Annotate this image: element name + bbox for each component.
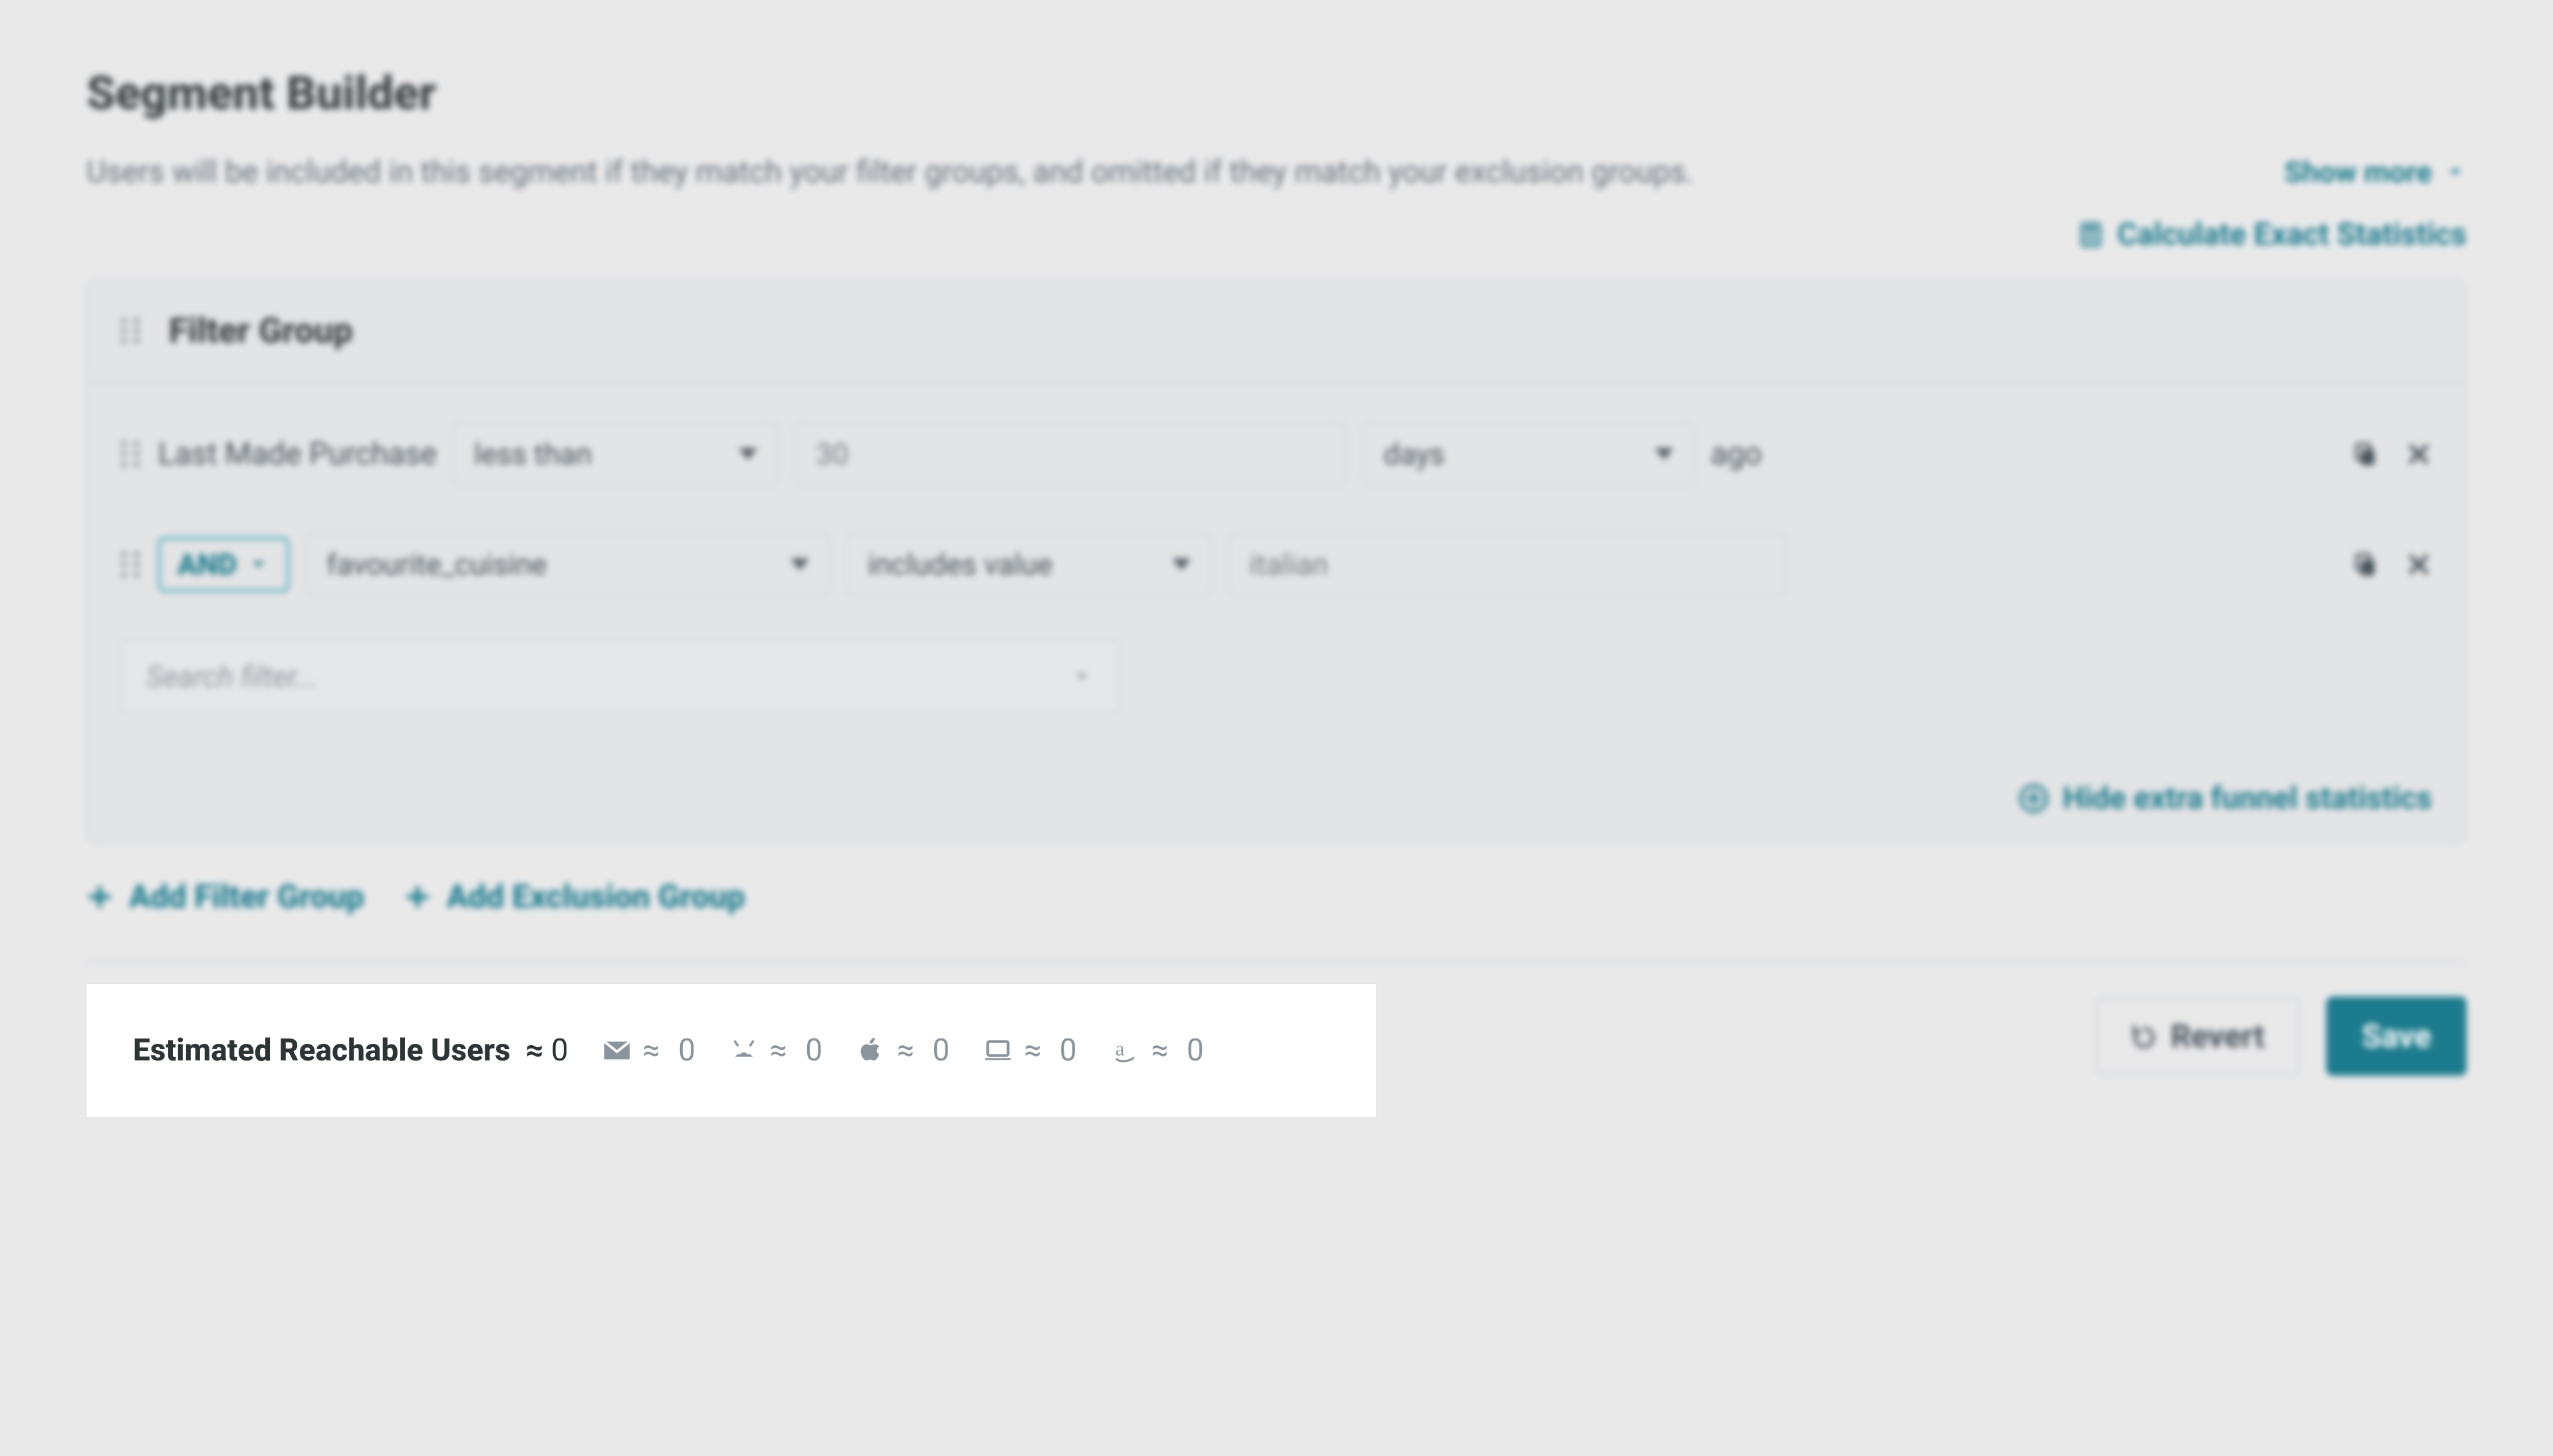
filter-group-card: Filter Group Last Made Purchase less tha… — [86, 279, 2467, 844]
save-button[interactable]: Save — [2326, 997, 2467, 1076]
close-icon[interactable] — [2405, 551, 2432, 578]
rule-operator-select[interactable]: includes value — [846, 533, 1212, 596]
calculate-stats-label: Calculate Exact Statistics — [2118, 217, 2467, 253]
stat-apple-value: 0 — [932, 1032, 949, 1068]
segment-description: Users will be included in this segment i… — [86, 154, 1694, 190]
show-more-label: Show more — [2284, 155, 2432, 189]
close-icon[interactable] — [2405, 441, 2432, 467]
undo-icon — [2131, 1023, 2157, 1050]
drag-handle-icon[interactable] — [121, 441, 142, 467]
plus-circle-icon — [2018, 783, 2049, 814]
laptop-icon — [983, 1035, 1013, 1066]
search-filter-input[interactable]: Search filter... — [121, 640, 1118, 714]
stat-android-value: 0 — [805, 1032, 822, 1068]
email-icon — [602, 1035, 632, 1066]
rule-value-input[interactable]: italian — [1228, 533, 1786, 596]
filter-rule-row: AND favourite_cuisine includes value ita… — [88, 509, 2465, 620]
hide-funnel-stats-link[interactable]: Hide extra funnel statistics — [2018, 781, 2432, 816]
add-exclusion-group-label: Add Exclusion Group — [447, 878, 745, 915]
add-filter-group-button[interactable]: Add Filter Group — [86, 878, 364, 915]
reachable-users-total: 0 — [551, 1032, 568, 1068]
stat-amazon-value: 0 — [1187, 1032, 1204, 1068]
stat-email-value: 0 — [678, 1032, 695, 1068]
calculator-icon — [2078, 221, 2104, 248]
filter-rule-row: Last Made Purchase less than 30 days ago — [88, 382, 2465, 509]
apple-icon — [856, 1035, 886, 1066]
stat-email: ≈ 0 — [602, 1032, 695, 1068]
conjunction-label: AND — [178, 547, 237, 582]
stat-apple: ≈ 0 — [856, 1032, 949, 1068]
chevron-down-icon — [739, 448, 757, 460]
chevron-down-icon — [1172, 558, 1191, 570]
revert-button[interactable]: Revert — [2096, 997, 2300, 1076]
search-placeholder: Search filter... — [146, 660, 318, 694]
rule-value-text: italian — [1249, 547, 1328, 582]
show-more-link[interactable]: Show more — [2284, 155, 2467, 189]
rule-value-input[interactable]: 30 — [794, 422, 1346, 486]
calculate-stats-link[interactable]: Calculate Exact Statistics — [2078, 217, 2467, 253]
add-exclusion-group-button[interactable]: Add Exclusion Group — [404, 878, 745, 915]
amazon-icon: a — [1110, 1035, 1141, 1066]
rule-suffix-label: ago — [1711, 436, 1762, 472]
rule-attribute-label: Last Made Purchase — [158, 436, 437, 472]
rule-attribute-value: favourite_cuisine — [326, 547, 547, 582]
copy-icon[interactable] — [2352, 441, 2379, 467]
copy-icon[interactable] — [2352, 551, 2379, 578]
reachable-users-stats: Estimated Reachable Users ≈ 0 ≈ 0 ≈ 0 ≈ … — [86, 984, 1376, 1117]
svg-text:a: a — [1115, 1038, 1124, 1060]
rule-operator-select[interactable]: less than — [453, 422, 779, 486]
stat-amazon: a ≈ 0 — [1110, 1032, 1204, 1068]
stat-web-value: 0 — [1060, 1032, 1077, 1068]
rule-unit-select[interactable]: days — [1362, 422, 1695, 486]
chevron-down-icon — [1070, 666, 1093, 688]
stat-web: ≈ 0 — [983, 1032, 1076, 1068]
rule-value-text: 30 — [816, 437, 848, 471]
stat-android: ≈ 0 — [729, 1032, 822, 1068]
rule-operator-value: less than — [474, 437, 592, 471]
revert-label: Revert — [2171, 1017, 2264, 1055]
plus-icon — [404, 884, 431, 910]
chevron-down-icon — [2444, 161, 2467, 183]
chevron-down-icon — [247, 553, 270, 576]
android-icon — [729, 1035, 759, 1066]
page-title: Segment Builder — [86, 66, 2467, 121]
rule-unit-value: days — [1384, 437, 1445, 471]
hide-funnel-label: Hide extra funnel statistics — [2062, 781, 2432, 816]
chevron-down-icon — [790, 558, 809, 570]
add-filter-group-label: Add Filter Group — [129, 878, 364, 915]
drag-handle-icon[interactable] — [121, 551, 142, 578]
rule-attribute-select[interactable]: favourite_cuisine — [305, 533, 830, 596]
filter-group-title: Filter Group — [169, 310, 353, 351]
reachable-users-label: Estimated Reachable Users — [133, 1032, 511, 1068]
plus-icon — [86, 884, 113, 910]
chevron-down-icon — [1655, 448, 1673, 460]
save-label: Save — [2362, 1017, 2431, 1055]
rule-operator-value: includes value — [868, 547, 1052, 582]
conjunction-toggle[interactable]: AND — [158, 537, 289, 592]
drag-handle-icon[interactable] — [121, 318, 142, 344]
